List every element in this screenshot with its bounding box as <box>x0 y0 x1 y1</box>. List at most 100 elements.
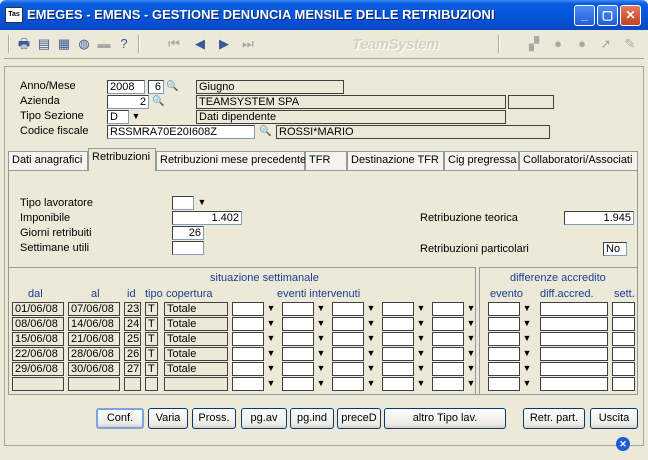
evento-select[interactable] <box>282 302 314 316</box>
evento-select[interactable] <box>382 332 414 346</box>
chevron-down-icon[interactable]: ▼ <box>416 377 426 389</box>
chevron-down-icon[interactable]: ▼ <box>366 302 376 314</box>
sett-field[interactable] <box>612 377 635 391</box>
diff-accred-field[interactable] <box>540 302 608 316</box>
prev-record-icon[interactable]: ◀ <box>192 36 208 52</box>
tab-tfr[interactable]: TFR <box>305 151 347 170</box>
azienda-field[interactable]: 2 <box>107 95 149 109</box>
tab-destinazione-tfr[interactable]: Destinazione TFR <box>347 151 444 170</box>
evento-select[interactable] <box>232 332 264 346</box>
chevron-down-icon[interactable]: ▼ <box>366 377 376 389</box>
sett-field[interactable] <box>612 317 635 331</box>
print-icon[interactable]: 🖶 <box>16 36 32 52</box>
preced-button[interactable]: preceD <box>337 408 381 429</box>
diff-accred-field[interactable] <box>540 377 608 391</box>
evento-select[interactable] <box>232 377 264 391</box>
evento-select[interactable] <box>282 362 314 376</box>
evento-select[interactable] <box>432 377 464 391</box>
evento-select[interactable] <box>232 317 264 331</box>
close-circle-icon[interactable]: ✕ <box>616 437 630 451</box>
sett-field[interactable] <box>612 347 635 361</box>
preview-icon[interactable]: ▤ <box>36 36 52 52</box>
maximize-button[interactable]: ▢ <box>597 5 618 26</box>
chevron-down-icon[interactable]: ▼ <box>522 347 532 359</box>
evento-select[interactable] <box>232 302 264 316</box>
evento-select[interactable] <box>382 347 414 361</box>
chevron-down-icon[interactable]: ▼ <box>366 347 376 359</box>
ts-icon-5[interactable]: ✎ <box>622 36 638 52</box>
tab-dati-anagrafici[interactable]: Dati anagrafici <box>8 151 88 170</box>
last-record-icon[interactable]: ⏭ <box>240 36 256 52</box>
evento-select[interactable] <box>232 362 264 376</box>
search-icon[interactable]: 🔍 <box>166 81 178 93</box>
search-icon[interactable]: 🔍 <box>259 126 271 138</box>
chevron-down-icon[interactable]: ▼ <box>316 332 326 344</box>
export-icon[interactable]: ▦ <box>56 36 72 52</box>
tab-retribuzioni-mese-precedente[interactable]: Retribuzioni mese precedente <box>156 151 306 170</box>
uscita-button[interactable]: Uscita <box>590 408 638 429</box>
tipo-lavoratore-select[interactable] <box>172 196 194 210</box>
chevron-down-icon[interactable]: ▼ <box>522 317 532 329</box>
chevron-down-icon[interactable]: ▼ <box>466 302 476 314</box>
varia-button[interactable]: Varia <box>148 408 188 429</box>
evento-select[interactable] <box>432 302 464 316</box>
chevron-down-icon[interactable]: ▼ <box>416 362 426 374</box>
close-button[interactable]: ✕ <box>620 5 641 26</box>
retribuzioni-particolari-field[interactable]: No <box>603 242 627 256</box>
altro-tipo-lav-button[interactable]: altro Tipo lav. <box>384 408 506 429</box>
chevron-down-icon[interactable]: ▼ <box>197 196 207 208</box>
evento-diff-select[interactable] <box>488 317 520 331</box>
sett-field[interactable] <box>612 302 635 316</box>
evento-select[interactable] <box>382 362 414 376</box>
evento-select[interactable] <box>332 302 364 316</box>
chevron-down-icon[interactable]: ▼ <box>416 302 426 314</box>
evento-select[interactable] <box>382 302 414 316</box>
evento-select[interactable] <box>232 347 264 361</box>
tipo-sezione-select[interactable]: D <box>107 110 129 124</box>
first-record-icon[interactable]: ⏮ <box>166 36 182 52</box>
conf-button[interactable]: Conf. <box>96 408 144 429</box>
next-record-icon[interactable]: ▶ <box>216 36 232 52</box>
evento-select[interactable] <box>282 317 314 331</box>
evento-select[interactable] <box>282 347 314 361</box>
evento-select[interactable] <box>332 347 364 361</box>
diff-accred-field[interactable] <box>540 332 608 346</box>
evento-diff-select[interactable] <box>488 347 520 361</box>
chevron-down-icon[interactable]: ▼ <box>466 362 476 374</box>
settimane-utili-field[interactable] <box>172 241 204 255</box>
retribuzione-teorica-field[interactable]: 1.945 <box>564 211 634 225</box>
chevron-down-icon[interactable]: ▼ <box>416 347 426 359</box>
ts-icon-1[interactable]: ▞ <box>526 36 542 52</box>
chevron-down-icon[interactable]: ▼ <box>466 347 476 359</box>
giorni-retribuiti-field[interactable]: 26 <box>172 226 204 240</box>
pg-av-button[interactable]: pg.av <box>241 408 287 429</box>
evento-select[interactable] <box>432 362 464 376</box>
pross-button[interactable]: Pross. <box>192 408 236 429</box>
chevron-down-icon[interactable]: ▼ <box>366 332 376 344</box>
evento-select[interactable] <box>332 377 364 391</box>
chevron-down-icon[interactable]: ▼ <box>266 332 276 344</box>
chevron-down-icon[interactable]: ▼ <box>266 362 276 374</box>
evento-select[interactable] <box>282 332 314 346</box>
anno-field[interactable]: 2008 <box>107 80 145 94</box>
chevron-down-icon[interactable]: ▼ <box>266 302 276 314</box>
chevron-down-icon[interactable]: ▼ <box>266 347 276 359</box>
evento-select[interactable] <box>332 332 364 346</box>
codice-fiscale-field[interactable]: RSSMRA70E20I608Z <box>107 125 255 139</box>
chevron-down-icon[interactable]: ▼ <box>466 377 476 389</box>
chevron-down-icon[interactable]: ▼ <box>522 302 532 314</box>
imponibile-field[interactable]: 1.402 <box>172 211 242 225</box>
ts-icon-2[interactable]: ● <box>550 36 566 52</box>
chevron-down-icon[interactable]: ▼ <box>522 377 532 389</box>
tab-retribuzioni[interactable]: Retribuzioni <box>88 148 156 171</box>
search-icon[interactable]: 🔍 <box>152 96 164 108</box>
evento-select[interactable] <box>332 362 364 376</box>
diff-accred-field[interactable] <box>540 362 608 376</box>
diff-accred-field[interactable] <box>540 317 608 331</box>
minimize-button[interactable]: _ <box>574 5 595 26</box>
tab-collaboratori-associati[interactable]: Collaboratori/Associati <box>519 151 638 170</box>
evento-select[interactable] <box>332 317 364 331</box>
chevron-down-icon[interactable]: ▼ <box>316 302 326 314</box>
chevron-down-icon[interactable]: ▼ <box>466 317 476 329</box>
evento-diff-select[interactable] <box>488 362 520 376</box>
